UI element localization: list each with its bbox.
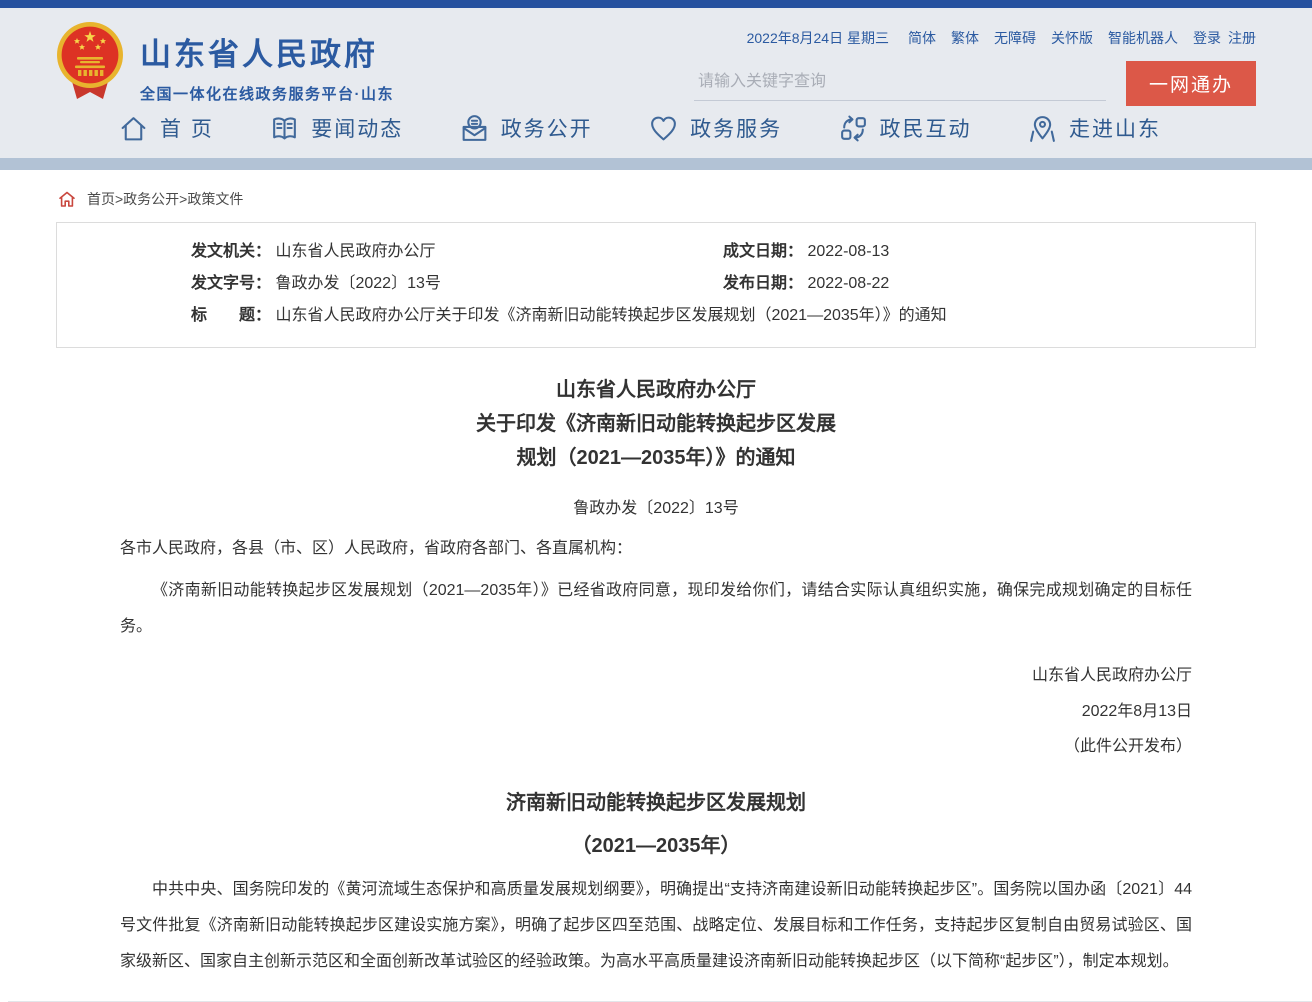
map-pin-icon bbox=[1027, 113, 1058, 144]
plan-subtitle: （2021—2035年） bbox=[120, 829, 1192, 858]
info-issuing-agency-value: 山东省人民政府办公厅 bbox=[275, 243, 435, 260]
document-title-line3: 规划（2021—2035年）》的通知 bbox=[120, 441, 1192, 475]
nav-label: 政务公开 bbox=[501, 113, 593, 143]
info-issuing-agency-label: 发文机关： bbox=[191, 243, 271, 260]
document-info-box: 发文机关： 山东省人民政府办公厅 成文日期： 2022-08-13 发文字号： … bbox=[56, 222, 1256, 348]
info-issuing-agency: 发文机关： 山东省人民政府办公厅 bbox=[57, 236, 723, 268]
info-doc-number-value: 鲁政办发〔2022〕13号 bbox=[275, 275, 440, 292]
national-emblem-icon bbox=[56, 21, 124, 101]
breadcrumb-path[interactable]: 首页>政务公开>政策文件 bbox=[87, 189, 243, 209]
link-accessibility[interactable]: 无障碍 bbox=[994, 28, 1036, 48]
document-number: 鲁政办发〔2022〕13号 bbox=[120, 494, 1192, 518]
link-register[interactable]: 注册 bbox=[1228, 28, 1256, 48]
document-title: 山东省人民政府办公厅 关于印发《济南新旧动能转换起步区发展 规划（2021—20… bbox=[120, 373, 1192, 475]
breadcrumb-home-icon bbox=[58, 191, 76, 208]
info-publish-date: 发布日期： 2022-08-22 bbox=[723, 268, 1255, 300]
page-content: 首页>政务公开>政策文件 发文机关： 山东省人民政府办公厅 成文日期： 2022… bbox=[56, 170, 1256, 980]
plan-intro-paragraph: 中共中央、国务院印发的《黄河流域生态保护和高质量发展规划纲要》，明确提出“支持济… bbox=[120, 872, 1192, 980]
nav-label: 政务服务 bbox=[690, 113, 782, 143]
info-publish-date-value: 2022-08-22 bbox=[807, 275, 889, 292]
nav-label: 要闻动态 bbox=[311, 113, 403, 143]
search-input[interactable] bbox=[694, 66, 1106, 101]
interact-arrows-icon bbox=[838, 113, 869, 144]
book-icon bbox=[269, 113, 300, 144]
current-date: 2022年8月24日 星期三 bbox=[747, 28, 889, 48]
info-publish-date-label: 发布日期： bbox=[723, 275, 803, 292]
heart-icon bbox=[648, 113, 679, 144]
plan-title: 济南新旧动能转换起步区发展规划 bbox=[120, 786, 1192, 815]
nav-item-home[interactable]: 首 页 bbox=[118, 113, 214, 144]
nav-item-about-shandong[interactable]: 走进山东 bbox=[1027, 113, 1161, 144]
link-care-version[interactable]: 关怀版 bbox=[1051, 28, 1093, 48]
site-header: 山东省人民政府 全国一体化在线政务服务平台·山东 2022年8月24日 星期三 … bbox=[0, 8, 1312, 104]
nav-label: 首 页 bbox=[160, 113, 214, 143]
one-stop-service-button[interactable]: 一网通办 bbox=[1126, 61, 1256, 106]
bottom-divider bbox=[8, 1001, 1312, 1002]
nav-item-news[interactable]: 要闻动态 bbox=[269, 113, 403, 144]
header-toolbar: 2022年8月24日 星期三 简体 繁体 无障碍 关怀版 智能机器人 登录 注册 bbox=[694, 28, 1256, 48]
signature-block: 山东省人民政府办公厅 2022年8月13日 （此件公开发布） bbox=[120, 658, 1192, 765]
signature-agency: 山东省人民政府办公厅 bbox=[120, 658, 1192, 694]
nav-label: 走进山东 bbox=[1069, 113, 1161, 143]
link-traditional-chinese[interactable]: 繁体 bbox=[951, 28, 979, 48]
info-written-date: 成文日期： 2022-08-13 bbox=[723, 236, 1255, 268]
notice-paragraph: 《济南新旧动能转换起步区发展规划（2021—2035年）》已经省政府同意，现印发… bbox=[120, 573, 1192, 645]
document-body: 山东省人民政府办公厅 关于印发《济南新旧动能转换起步区发展 规划（2021—20… bbox=[56, 373, 1256, 980]
signature-date: 2022年8月13日 bbox=[120, 694, 1192, 730]
home-icon bbox=[118, 113, 149, 144]
link-simplified-chinese[interactable]: 简体 bbox=[908, 28, 936, 48]
info-title-label: 标 题： bbox=[191, 307, 271, 324]
document-title-line1: 山东省人民政府办公厅 bbox=[120, 373, 1192, 407]
info-title: 标 题： 山东省人民政府办公厅关于印发《济南新旧动能转换起步区发展规划（2021… bbox=[57, 300, 1255, 332]
link-smart-robot[interactable]: 智能机器人 bbox=[1108, 28, 1178, 48]
nav-label: 政民互动 bbox=[880, 113, 972, 143]
info-written-date-value: 2022-08-13 bbox=[807, 243, 889, 260]
nav-item-public-interaction[interactable]: 政民互动 bbox=[838, 113, 972, 144]
publish-note: （此件公开发布） bbox=[120, 729, 1192, 765]
info-written-date-label: 成文日期： bbox=[723, 243, 803, 260]
site-logo-link[interactable]: 山东省人民政府 全国一体化在线政务服务平台·山东 bbox=[56, 8, 394, 106]
info-doc-number: 发文字号： 鲁政办发〔2022〕13号 bbox=[57, 268, 723, 300]
top-accent-bar bbox=[0, 0, 1312, 8]
nav-item-gov-services[interactable]: 政务服务 bbox=[648, 113, 782, 144]
salutation-paragraph: 各市人民政府，各县（市、区）人民政府，省政府各部门、各直属机构： bbox=[120, 531, 1192, 567]
site-title: 山东省人民政府 bbox=[140, 29, 394, 74]
info-title-value: 山东省人民政府办公厅关于印发《济南新旧动能转换起步区发展规划（2021—2035… bbox=[275, 307, 946, 324]
info-doc-number-label: 发文字号： bbox=[191, 275, 271, 292]
main-navigation: 首 页 要闻动态 政务公开 政务服务 bbox=[0, 104, 1312, 158]
document-title-line2: 关于印发《济南新旧动能转换起步区发展 bbox=[120, 407, 1192, 441]
nav-item-gov-disclosure[interactable]: 政务公开 bbox=[459, 113, 593, 144]
site-subtitle: 全国一体化在线政务服务平台·山东 bbox=[140, 83, 394, 104]
breadcrumb: 首页>政务公开>政策文件 bbox=[56, 170, 1256, 222]
divider-strip bbox=[0, 158, 1312, 170]
link-login[interactable]: 登录 bbox=[1193, 28, 1221, 48]
mail-icon bbox=[459, 113, 490, 144]
